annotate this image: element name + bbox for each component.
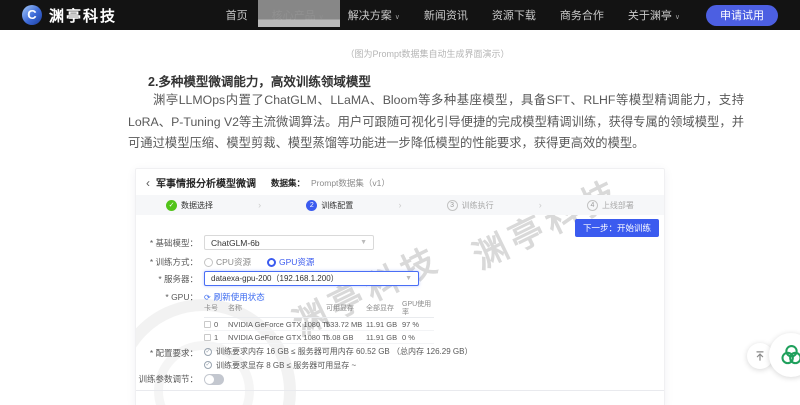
requirement-row: ✓ 训练要求显存 8 GB ≤ 服务器可用显存 ~ (204, 360, 356, 371)
gpu-card-id: 0 (214, 320, 218, 329)
check-circle-icon: ✓ (204, 361, 212, 369)
apply-trial-button[interactable]: 申请试用 (706, 5, 778, 26)
gpu-table-header: 卡号名称可用显存全部显存GPU使用率 (204, 301, 434, 318)
radio-option-label: GPU资源 (279, 256, 314, 268)
back-arrow-icon[interactable]: ‹ (146, 178, 150, 188)
green-knot-icon (778, 342, 800, 369)
requirements-label: * 配置要求： (136, 347, 198, 359)
server-value: dataexa-gpu-200（192.168.1.200） (211, 273, 339, 284)
gpu-total-memory: 11.91 GB (366, 333, 402, 342)
nav-item-downloads[interactable]: 资源下载 (492, 7, 536, 23)
column-header: 可用显存 (326, 305, 366, 313)
logo-text: 渊亭科技 (49, 5, 117, 26)
train-mode-radio-group: CPU资源 GPU资源 (198, 256, 314, 268)
gpu-table: 卡号名称可用显存全部显存GPU使用率 0 NVIDIA GeForce GTX 10… (204, 301, 434, 344)
server-select[interactable]: dataexa-gpu-200（192.168.1.200） ▼ (204, 271, 419, 286)
gray-image-fragment (258, 0, 340, 27)
gpu-label: * GPU： (136, 291, 198, 303)
step-number: 2 (306, 200, 317, 211)
train-mode-option-0[interactable]: CPU资源 (204, 256, 251, 268)
chevron-down-icon: ∨ (675, 14, 680, 21)
arrow-up-icon (754, 350, 766, 362)
top-navbar: C 渊亭科技 首页核心产品∨解决方案∨新闻资讯资源下载商务合作关于渊亭∨ 申请试… (0, 0, 800, 30)
step-number: 4 (587, 200, 598, 211)
base-model-value: ChatGLM-6b (211, 238, 260, 248)
step-label: 训练执行 (462, 200, 494, 211)
server-label: * 服务器： (136, 273, 198, 285)
column-header: 卡号 (204, 305, 228, 313)
tune-params-toggle[interactable] (204, 374, 224, 385)
base-model-label: * 基础模型： (136, 237, 198, 249)
gpu-usage: 97 % (402, 320, 434, 329)
gpu-name: NVIDIA GeForce GTX 1080 Ti (228, 320, 326, 329)
requirement-row: ✓ 训练要求内存 16 GB ≤ 服务器可用内存 60.52 GB （总内存 12… (204, 346, 472, 357)
gpu-name: NVIDIA GeForce GTX 1080 Ti (228, 333, 326, 342)
step-4[interactable]: 4 上线部署 (587, 200, 634, 211)
gpu-card-id-cell: 0 (204, 320, 228, 329)
radio-option-label: CPU资源 (216, 256, 251, 268)
gpu-table-row: 1 NVIDIA GeForce GTX 1080 Ti5.08 GB11.91 … (204, 331, 434, 344)
service-logo-button[interactable] (769, 333, 800, 377)
tune-params-label: 训练参数调节： (136, 373, 198, 385)
step-arrow-icon: › (258, 200, 261, 210)
section-paragraph: 渊亭LLMOps内置了ChatGLM、LLaMA、Bloom等多种基座模型，具备… (128, 90, 744, 155)
check-circle-icon: ✓ (204, 348, 212, 356)
finetune-task-title: 军事情报分析模型微调 (156, 175, 256, 190)
nav-item-home[interactable]: 首页 (226, 7, 248, 23)
train-mode-option-1[interactable]: GPU资源 (267, 256, 314, 268)
column-header: 全部显存 (366, 305, 402, 313)
check-circle-icon: ✓ (166, 200, 177, 211)
next-start-training-button[interactable]: 下一步：开始训练 (575, 219, 659, 237)
radio-icon (204, 258, 213, 267)
toggle-knob (205, 375, 214, 384)
gpu-free-memory: 5.08 GB (326, 333, 366, 342)
requirement-text: 训练要求内存 16 GB ≤ 服务器可用内存 60.52 GB （总内存 126… (216, 346, 472, 357)
base-model-select[interactable]: ChatGLM-6b ▼ (204, 235, 374, 250)
step-arrow-icon: › (539, 200, 542, 210)
wizard-stepper: ✓ 数据选择 › 2 训练配置 › 3 训练执行 › 4 上线部署 (136, 195, 664, 215)
gpu-total-memory: 11.91 GB (366, 320, 402, 329)
nav-item-about[interactable]: 关于渊亭∨ (628, 7, 680, 23)
step-label: 上线部署 (602, 200, 634, 211)
step-label: 数据选择 (181, 200, 213, 211)
gpu-usage: 0 % (402, 333, 434, 342)
gpu-card-id: 1 (214, 333, 218, 342)
gpu-card-id-cell: 1 (204, 333, 228, 342)
dataset-label: 数据集： (271, 177, 305, 189)
column-header: GPU使用率 (402, 301, 434, 317)
logo-icon: C (22, 5, 42, 25)
train-mode-label: * 训练方式： (136, 256, 198, 268)
dataset-value: Prompt数据集（v1） (311, 177, 390, 189)
step-3[interactable]: 3 训练执行 (447, 200, 494, 211)
step-number: 3 (447, 200, 458, 211)
nav-item-solutions[interactable]: 解决方案∨ (348, 7, 400, 23)
image-caption: （图为Prompt数据集自动生成界面演示） (0, 47, 800, 60)
column-header: 名称 (228, 305, 326, 313)
nav-item-news[interactable]: 新闻资讯 (424, 7, 468, 23)
app-screenshot-card: 渊亭科技 渊亭科技 ‹ 军事情报分析模型微调 数据集： Prompt数据集（v1… (135, 168, 665, 405)
step-arrow-icon: › (398, 200, 401, 210)
step-1[interactable]: ✓ 数据选择 (166, 200, 213, 211)
logo[interactable]: C 渊亭科技 (22, 5, 117, 26)
chevron-down-icon: ▼ (405, 275, 412, 282)
chevron-down-icon: ▼ (360, 239, 367, 246)
radio-selected-icon (267, 258, 276, 267)
nav-item-business[interactable]: 商务合作 (560, 7, 604, 23)
gpu-table-row: 0 NVIDIA GeForce GTX 1080 Ti533.72 MB11.9… (204, 318, 434, 331)
step-2[interactable]: 2 训练配置 (306, 200, 353, 211)
row-checkbox[interactable] (204, 321, 211, 328)
gpu-free-memory: 533.72 MB (326, 320, 366, 329)
requirement-text: 训练要求显存 8 GB ≤ 服务器可用显存 ~ (216, 360, 356, 371)
divider (136, 390, 664, 391)
section-heading: 2.多种模型微调能力，高效训练领域模型 (128, 71, 748, 90)
chevron-down-icon: ∨ (395, 14, 400, 21)
step-label: 训练配置 (321, 200, 353, 211)
row-checkbox[interactable] (204, 334, 211, 341)
